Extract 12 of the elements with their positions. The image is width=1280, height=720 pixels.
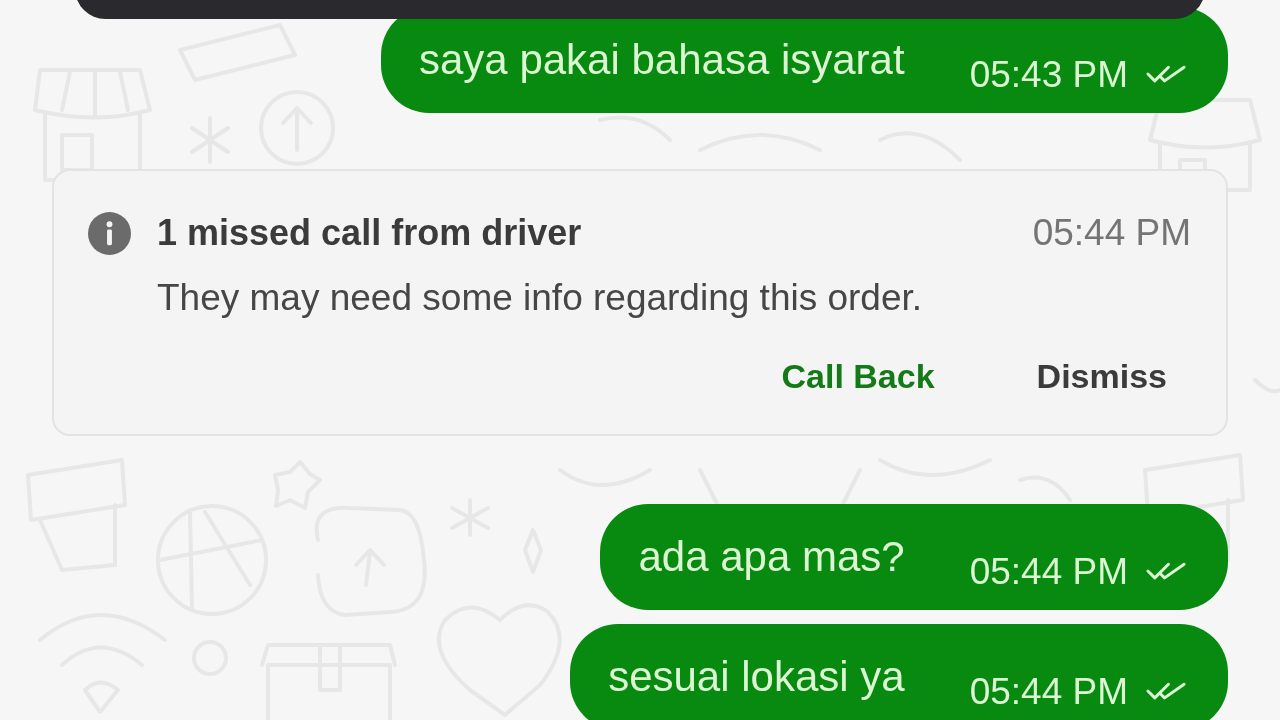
missed-call-time: 05:44 PM	[1032, 211, 1191, 255]
info-icon	[88, 211, 131, 255]
message-time: 05:44 PM	[969, 550, 1128, 594]
call-back-button[interactable]: Call Back	[757, 348, 959, 404]
message-text: sesuai lokasi ya	[608, 652, 905, 702]
missed-call-description: They may need some info regarding this order.	[157, 276, 924, 320]
message-text: ada apa mas?	[638, 532, 905, 582]
message-time: 05:44 PM	[969, 670, 1128, 714]
message-text: saya pakai bahasa isyarat	[419, 35, 905, 85]
message-time: 05:43 PM	[969, 53, 1128, 97]
dismiss-button[interactable]: Dismiss	[1012, 348, 1191, 404]
missed-call-title: 1 missed call from driver	[157, 211, 582, 255]
